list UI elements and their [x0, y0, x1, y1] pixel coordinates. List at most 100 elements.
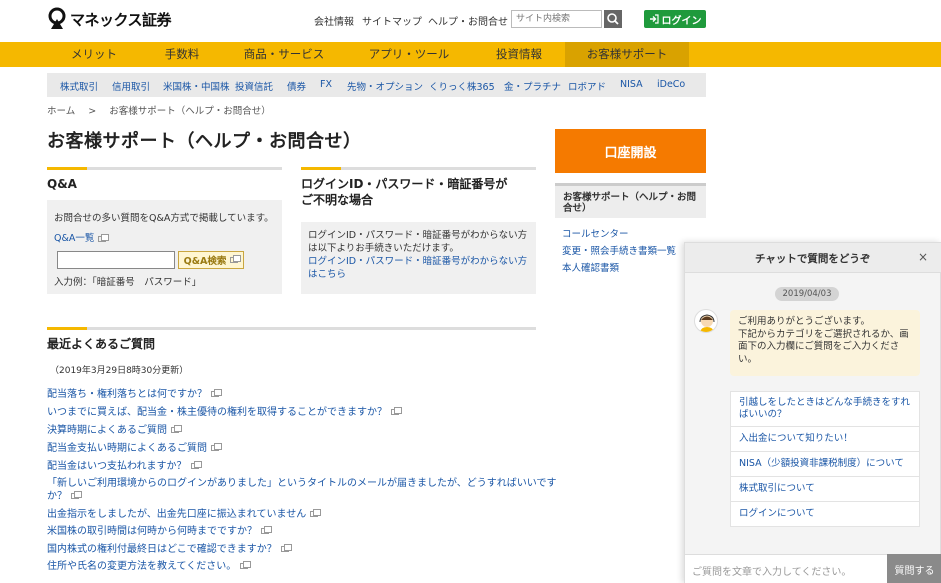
qa-list-link-label: Q&A一覧 — [54, 233, 95, 244]
subnav-gold-platinum[interactable]: 金・プラチナ — [504, 79, 561, 93]
faq-item-continued[interactable]: か？ — [47, 487, 82, 502]
sub-nav: 株式取引 信用取引 米国株・中国株 投資信託 債券 FX 先物・オプション くり… — [47, 73, 706, 97]
login-help-link-line1: ログインID・パスワード・暗証番号がわからない方 — [308, 256, 528, 267]
nav-investment-info[interactable]: 投資情報 — [473, 42, 565, 67]
qa-search-button-label: Q&A検索 — [183, 256, 227, 267]
subnav-bonds[interactable]: 債券 — [287, 79, 306, 93]
operator-avatar — [694, 309, 718, 333]
subnav-fx[interactable]: FX — [320, 79, 332, 90]
faq-item[interactable]: 配当落ち・権利落ちとは何ですか？ — [47, 385, 222, 400]
chat-option-text: ばいいの？ — [739, 409, 787, 420]
faq-item[interactable]: 出金指示をしましたが、出金先口座に振込まれていません — [47, 505, 322, 520]
login-help-text-line1: ログインID・パスワード・暗証番号がわからない方 — [308, 230, 528, 241]
chat-option-text: 株式取引について — [739, 483, 815, 494]
external-window-icon — [240, 561, 252, 569]
faq-item-text: 出金指示をしましたが、出金先口座に振込まれていません — [47, 509, 307, 520]
faq-item[interactable]: 「新しいご利用環境からのログインがありました」というタイトルのメールが届きました… — [47, 474, 557, 489]
open-account-button[interactable]: 口座開設 — [555, 129, 706, 173]
subnav-funds[interactable]: 投資信託 — [235, 79, 273, 93]
login-button[interactable]: ログイン — [644, 10, 706, 28]
faq-item-text: か？ — [47, 491, 67, 502]
faq-section-bar — [47, 327, 536, 330]
faq-item-text: 配当金はいつ支払われますか？ — [47, 461, 187, 472]
faq-item[interactable]: 決算時期によくあるご質問 — [47, 421, 182, 436]
nav-fees[interactable]: 手数料 — [141, 42, 223, 67]
chat-message-input[interactable]: ご質問を文章で入力してください。 — [685, 554, 887, 583]
site-search-input[interactable] — [511, 10, 602, 28]
qa-description: お問合せの多い質問をQ&A方式で掲載しています。 — [54, 213, 274, 224]
main-nav: メリット 手数料 商品・サービス アプリ・ツール 投資情報 お客様サポート — [0, 42, 941, 67]
subnav-roboad[interactable]: ロボアド — [568, 79, 606, 93]
external-window-icon — [171, 425, 182, 433]
login-help-link-line2: はこちら — [308, 269, 347, 280]
sidebar-link-forms[interactable]: 変更・照会手続き書類一覧 — [562, 243, 676, 257]
login-label: ログイン — [661, 15, 702, 27]
faq-item[interactable]: 配当金はいつ支払われますか？ — [47, 457, 202, 472]
site-search-button[interactable] — [604, 10, 622, 28]
sidebar-link-id-documents[interactable]: 本人確認書類 — [562, 260, 619, 274]
chat-option-login[interactable]: ログインについて — [730, 501, 920, 527]
nav-customer-support[interactable]: お客様サポート — [565, 42, 689, 67]
subnav-futures-options[interactable]: 先物・オプション — [347, 79, 423, 93]
page-title: お客様サポート（ヘルプ・お問合せ） — [47, 131, 362, 152]
external-window-icon — [230, 255, 242, 263]
util-link-company[interactable]: 会社情報 — [314, 13, 354, 28]
sidebar-link-call-center[interactable]: コールセンター — [562, 226, 629, 240]
faq-item-text: 「新しいご利用環境からのログインがありました」というタイトルのメールが届きました… — [47, 478, 557, 489]
faq-item[interactable]: 国内株式の権利付最終日はどこで確認できますか？ — [47, 540, 292, 555]
external-window-icon — [211, 389, 222, 397]
util-link-help[interactable]: ヘルプ・お問合せ — [428, 13, 508, 28]
qa-search-input[interactable] — [57, 251, 175, 269]
breadcrumb-separator: > — [88, 106, 97, 117]
subnav-us-china-stocks[interactable]: 米国株・中国株 — [163, 79, 230, 93]
subnav-margin[interactable]: 信用取引 — [112, 79, 150, 93]
qa-list-link[interactable]: Q&A一覧 — [54, 232, 110, 245]
faq-item[interactable]: 住所や氏名の変更方法を教えてください。 — [47, 557, 252, 572]
subnav-kurikku365[interactable]: くりっく株365 — [429, 79, 495, 93]
faq-title: 最近よくあるご質問 — [47, 337, 156, 351]
breadcrumb: ホーム > お客様サポート（ヘルプ・お問合せ） — [47, 103, 271, 117]
chat-option-moving[interactable]: 引越しをしたときはどんな手続きをすれ ばいいの？ — [730, 391, 920, 427]
faq-item[interactable]: 米国株の取引時間は何時から何時までですか？ — [47, 522, 272, 537]
support-menu-title: お客様サポート（ヘルプ・お問 合せ） — [563, 192, 703, 214]
faq-updated: （2019年3月29日8時30分更新） — [50, 366, 189, 376]
chat-option-nisa[interactable]: NISA（少額投資非課税制度）について — [730, 451, 920, 477]
util-link-sitemap[interactable]: サイトマップ — [362, 13, 422, 28]
faq-item[interactable]: 配当金支払い時期によくあるご質問 — [47, 439, 222, 454]
chat-send-button[interactable]: 質問する — [887, 554, 941, 583]
faq-item[interactable]: いつまでに買えば、配当金・株主優待の権利を取得することができますか？ — [47, 403, 402, 418]
chat-greeting-line: い。 — [738, 353, 758, 365]
support-menu-title-line1: お客様サポート（ヘルプ・お問 — [563, 192, 697, 203]
qa-search-button[interactable]: Q&A検索 — [178, 251, 244, 269]
support-menu-box: お客様サポート（ヘルプ・お問 合せ） — [555, 183, 706, 218]
monex-logo[interactable]: マネックス証券 — [47, 7, 172, 31]
login-help-text: ログインID・パスワード・暗証番号がわからない方 は以下よりお手続きいただけます… — [308, 229, 527, 255]
qa-example: 入力例：「暗証番号 パスワード」 — [54, 277, 202, 288]
external-window-icon — [190, 461, 202, 469]
search-icon — [607, 13, 619, 25]
login-help-text-line2: は以下よりお手続きいただけます。 — [308, 243, 459, 254]
qa-section-bar — [47, 167, 282, 170]
chat-greeting-bubble: ご利用ありがとうございます。 下記からカテゴリをご選択されるか、画 面下の入力欄… — [730, 310, 920, 376]
breadcrumb-home[interactable]: ホーム — [47, 106, 75, 117]
chat-greeting-line: 下記からカテゴリをご選択されるか、画 — [738, 328, 909, 340]
external-window-icon — [391, 407, 402, 415]
chat-option-text: 入出金について知りたい！ — [739, 433, 853, 444]
breadcrumb-current: お客様サポート（ヘルプ・お問合せ） — [109, 106, 271, 117]
nav-apps-tools[interactable]: アプリ・ツール — [345, 42, 473, 67]
close-icon[interactable]: × — [918, 250, 928, 264]
chat-greeting-line: ご利用ありがとうございます。 — [738, 316, 871, 327]
subnav-nisa[interactable]: NISA — [620, 79, 643, 90]
login-help-link[interactable]: ログインID・パスワード・暗証番号がわからない方 はこちら — [308, 255, 527, 281]
nav-merit[interactable]: メリット — [47, 42, 141, 67]
nav-products[interactable]: 商品・サービス — [223, 42, 345, 67]
external-window-icon — [211, 443, 222, 451]
external-window-icon — [261, 526, 272, 534]
chat-option-deposit-withdraw[interactable]: 入出金について知りたい！ — [730, 426, 920, 452]
subnav-ideco[interactable]: iDeCo — [657, 79, 685, 90]
subnav-stocks[interactable]: 株式取引 — [60, 79, 98, 93]
chat-option-stock-trading[interactable]: 株式取引について — [730, 476, 920, 502]
external-window-icon — [71, 491, 82, 499]
faq-item-text: 住所や氏名の変更方法を教えてください。 — [47, 561, 237, 572]
faq-item-text: いつまでに買えば、配当金・株主優待の権利を取得することができますか？ — [47, 407, 387, 418]
